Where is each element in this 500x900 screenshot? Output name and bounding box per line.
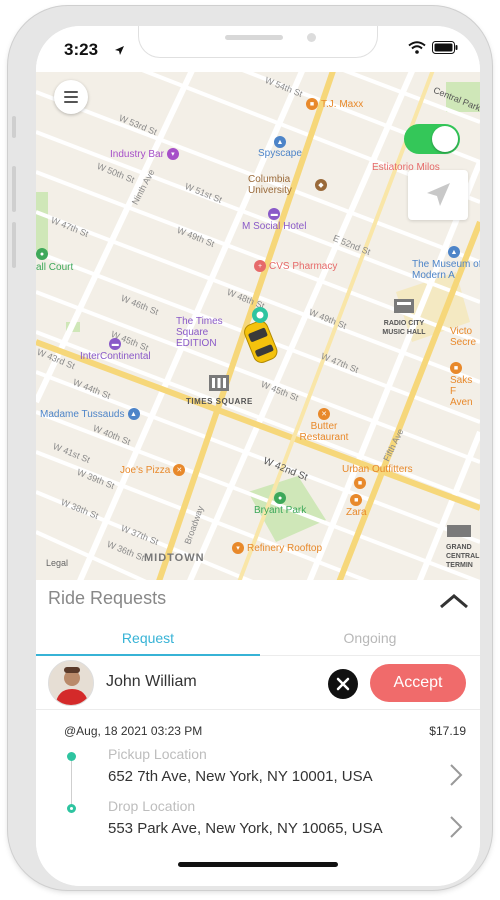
pickup-label: Pickup Location [108, 746, 207, 762]
navigation-arrow-icon [427, 183, 450, 206]
poi-victoria[interactable]: Victo Secre [450, 326, 480, 348]
poi-saks[interactable]: ■ Saks F Aven [450, 362, 480, 408]
poi-tussauds[interactable]: Madame Tussauds ▲ [40, 408, 140, 420]
grand-central-landmark: GRAND CENTRAL TERMIN [446, 524, 480, 570]
drop-label: Drop Location [108, 798, 196, 814]
battery-icon [432, 41, 458, 59]
district-label: GRAND CENTRAL TERMIN [446, 544, 480, 569]
notch [138, 26, 378, 58]
district-label: RADIO CITY MUSIC HALL [382, 320, 426, 336]
poi-cvs[interactable]: + CVS Pharmacy [254, 260, 337, 272]
bar-icon: ▾ [232, 542, 244, 554]
poi-zara[interactable]: ■ Zara [346, 494, 367, 518]
screen: 3:23 W 53rd St E 52nd St W 51st St W 50t… [36, 26, 480, 886]
chevron-right-icon [448, 814, 464, 845]
tab-request[interactable]: Request [36, 626, 260, 656]
poi-joes[interactable]: Joe's Pizza ✕ [120, 464, 186, 476]
taxi-icon [244, 307, 278, 363]
mute-switch [12, 116, 16, 138]
speaker [225, 35, 283, 40]
chevron-up-icon [440, 594, 468, 609]
avatar [48, 660, 94, 706]
location-arrow-icon [114, 43, 125, 61]
park-icon: ● [274, 492, 287, 504]
museum-icon: ▲ [127, 408, 140, 420]
volume-down-button [12, 222, 16, 268]
pickup-address: 652 7th Ave, New York, NY 10001, USA [108, 768, 373, 785]
poi-spyscape[interactable]: ▲ Spyscape [258, 136, 302, 159]
radio-city-landmark: RADIO CITY MUSIC HALL [372, 298, 436, 337]
tab-ongoing[interactable]: Ongoing [260, 626, 480, 656]
district-label: MIDTOWN [144, 552, 205, 564]
rider-photo [49, 661, 93, 705]
close-icon [336, 677, 350, 691]
menu-button[interactable] [54, 80, 88, 114]
pickup-dot-icon [67, 752, 76, 761]
museum-icon: ▲ [448, 246, 460, 258]
taxi-marker[interactable] [238, 306, 282, 369]
poi-bryant[interactable]: ● Bryant Park [254, 492, 306, 516]
map-view[interactable]: W 53rd St E 52nd St W 51st St W 50th St … [36, 72, 480, 580]
decline-button[interactable] [328, 669, 358, 699]
chevron-right-icon [448, 762, 464, 793]
ride-fare: $17.19 [429, 724, 466, 738]
shopping-bag-icon: ■ [450, 362, 462, 374]
toggle-knob [432, 126, 458, 152]
poi-columbia[interactable]: Columbia University ◆ [248, 174, 327, 196]
hamburger-icon [64, 91, 78, 93]
hotel-icon: ▬ [268, 208, 281, 220]
online-toggle[interactable] [404, 124, 460, 154]
poi-refinery[interactable]: ▾ Refinery Rooftop [232, 542, 322, 554]
hotel-icon: ▬ [109, 338, 122, 350]
poi-urban[interactable]: Urban Outfitters ■ [342, 464, 413, 489]
rider-name: John William [106, 673, 197, 690]
shopping-bag-icon: ■ [306, 98, 318, 110]
home-indicator[interactable] [178, 862, 338, 867]
district-label: TIMES SQUARE [186, 397, 253, 406]
poi-msocial[interactable]: ▬ M Social Hotel [242, 208, 306, 232]
legal-link[interactable]: Legal [46, 558, 68, 568]
times-square-landmark: TIMES SQUARE [186, 374, 253, 406]
status-bar: 3:23 [36, 26, 480, 72]
phone-frame: 3:23 W 53rd St E 52nd St W 51st St W 50t… [8, 6, 492, 890]
rider-row: John William Accept [36, 656, 480, 710]
sheet-title: Ride Requests [48, 588, 167, 608]
restaurant-icon: ✕ [173, 464, 186, 476]
university-icon: ◆ [315, 179, 327, 191]
bar-icon: ▾ [166, 148, 179, 160]
volume-up-button [12, 166, 16, 212]
route-connector [71, 756, 72, 808]
landmark-icon [394, 299, 414, 313]
poi-tj-maxx[interactable]: ■ T.J. Maxx [306, 98, 363, 110]
poi-museum[interactable]: ▲ The Museum of Modern A [412, 246, 480, 281]
poi-times-edition[interactable]: The Times Square EDITION [176, 316, 246, 349]
poi-industry-bar[interactable]: Industry Bar ▾ [110, 148, 179, 160]
landmark-icon [209, 375, 230, 391]
accept-button[interactable]: Accept [370, 664, 466, 702]
restaurant-icon: ✕ [318, 408, 330, 420]
status-time: 3:23 [64, 40, 99, 59]
tab-bar: Request Ongoing [36, 626, 480, 656]
museum-icon: ▲ [273, 136, 286, 148]
drop-dot-icon [67, 804, 76, 813]
poi-butter[interactable]: ✕ Butter Restaurant [298, 408, 350, 443]
recenter-button[interactable] [408, 170, 468, 220]
pharmacy-icon: + [254, 260, 266, 272]
poi-intercontinental[interactable]: ▬ InterContinental [80, 338, 151, 362]
ride-requests-sheet: Ride Requests Request Ongoing John Willi… [36, 580, 480, 886]
shopping-bag-icon: ■ [350, 494, 363, 506]
front-camera [307, 33, 316, 42]
poi-mall-court[interactable]: ● all Court [36, 248, 73, 273]
landmark-icon [447, 525, 471, 537]
park-icon: ● [36, 248, 48, 260]
system-icons [408, 41, 458, 59]
shopping-bag-icon: ■ [354, 477, 366, 489]
collapse-button[interactable] [434, 586, 474, 616]
ride-datetime: @Aug, 18 2021 03:23 PM [64, 724, 203, 738]
drop-address: 553 Park Ave, New York, NY 10065, USA [108, 820, 383, 837]
wifi-icon [408, 41, 426, 59]
